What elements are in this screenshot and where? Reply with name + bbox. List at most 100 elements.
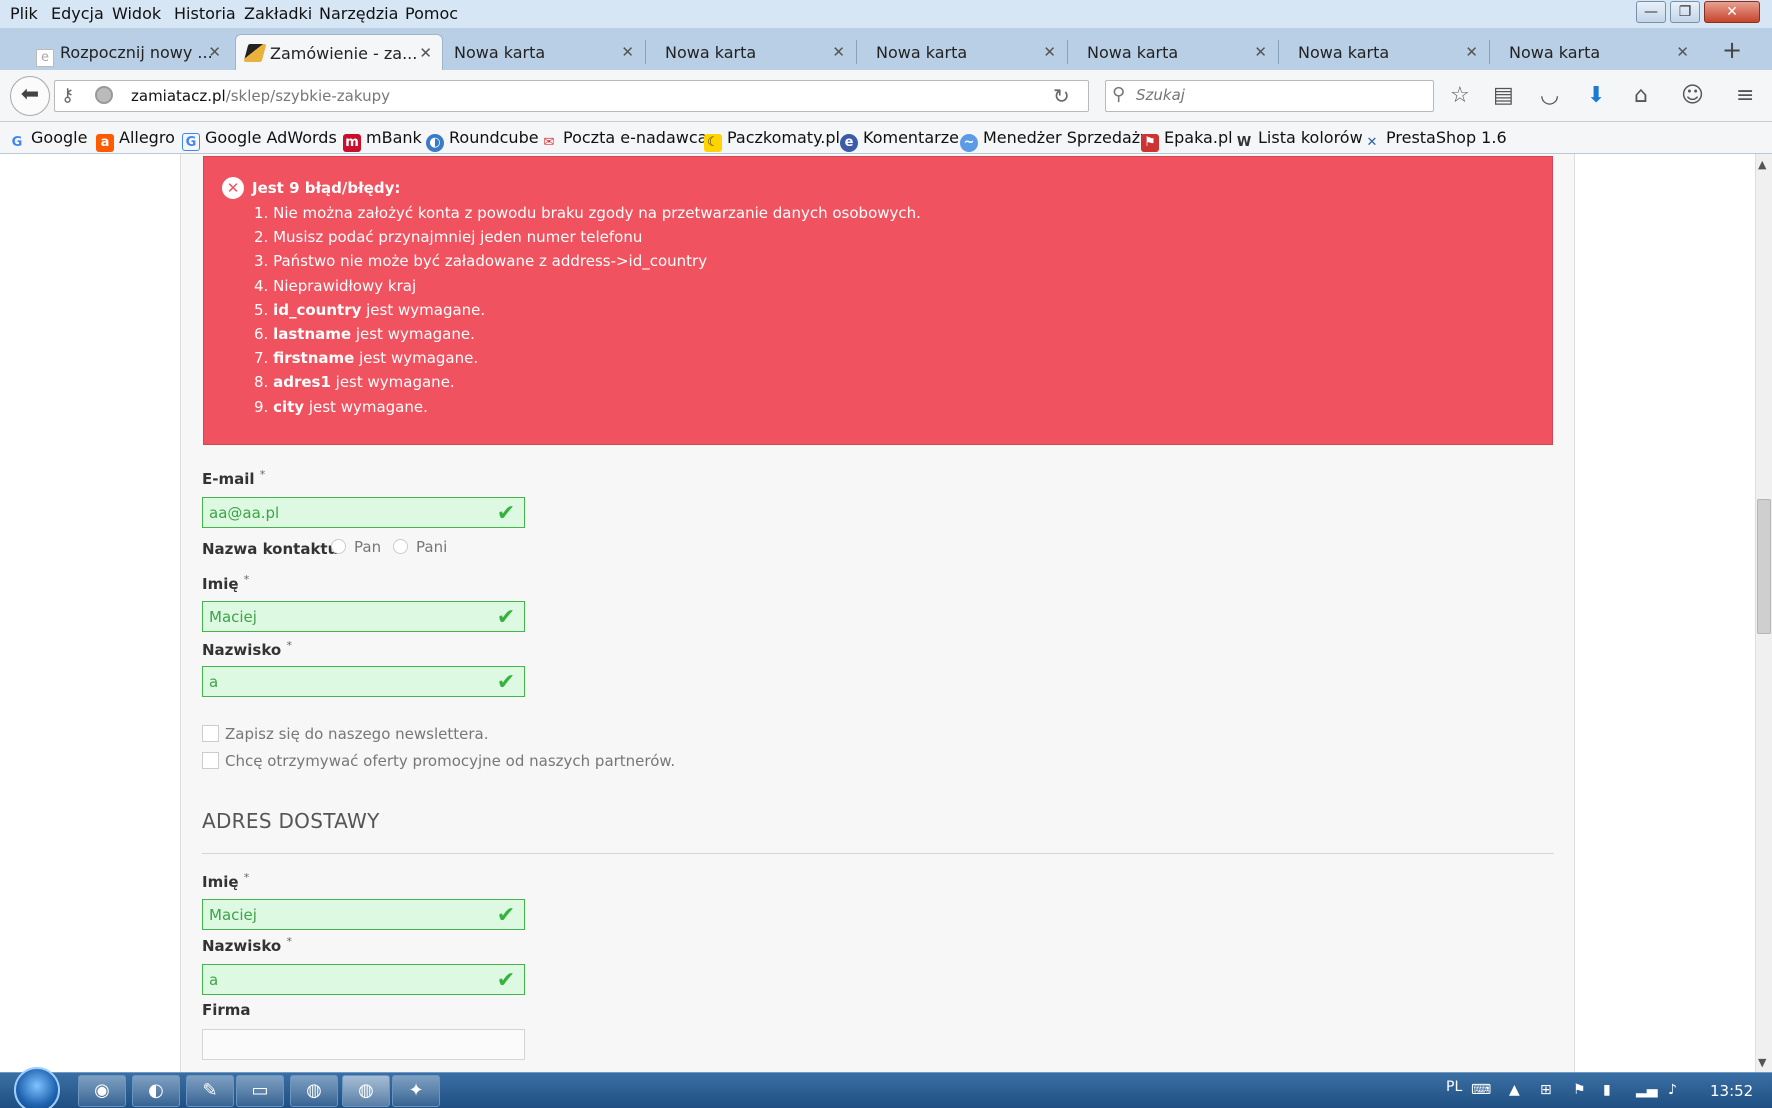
pocket-icon[interactable]: ◡ bbox=[1540, 84, 1559, 108]
volume-icon[interactable]: ♪ bbox=[1668, 1082, 1677, 1098]
flag-icon[interactable]: ⚑ bbox=[1573, 1082, 1586, 1098]
tab-nowa-karta[interactable]: Nowa karta ✕ bbox=[444, 34, 644, 70]
close-tab-icon[interactable]: ✕ bbox=[1676, 43, 1689, 61]
menu-pomoc[interactable]: Pomoc bbox=[405, 4, 458, 23]
radio-pani[interactable] bbox=[393, 539, 408, 554]
close-window-button[interactable]: ✕ bbox=[1704, 1, 1760, 23]
radio-pan[interactable] bbox=[331, 539, 346, 554]
taskbar-app-icon[interactable]: ✎ bbox=[186, 1075, 234, 1107]
bookmark-allegro[interactable]: a Allegro bbox=[96, 128, 175, 152]
bookmark-epaka[interactable]: ⚑ Epaka.pl bbox=[1141, 128, 1233, 152]
broom-icon bbox=[243, 44, 267, 62]
close-tab-icon[interactable]: ✕ bbox=[1465, 43, 1478, 61]
email-field[interactable] bbox=[202, 497, 525, 528]
scroll-down-icon[interactable]: ▼ bbox=[1758, 1056, 1766, 1069]
taskbar-app-icon[interactable]: ◉ bbox=[78, 1075, 126, 1107]
windows-icon[interactable]: ⊞ bbox=[1540, 1082, 1552, 1098]
hamburger-menu-icon[interactable]: ≡ bbox=[1736, 84, 1754, 108]
url-text[interactable]: zamiatacz.pl/sklep/szybkie-zakupy bbox=[131, 87, 390, 105]
close-tab-icon[interactable]: ✕ bbox=[1043, 43, 1056, 61]
newsletter-label: Zapisz się do naszego newslettera. bbox=[225, 725, 489, 743]
scrollbar[interactable]: ▲ ▼ bbox=[1755, 154, 1772, 1072]
error-item: 7. firstname jest wymagane. bbox=[254, 349, 479, 368]
mbank-icon: m bbox=[343, 134, 361, 152]
bookmark-roundcube[interactable]: ◐ Roundcube bbox=[426, 128, 539, 152]
error-list: 1. Nie można założyć konta z powodu brak… bbox=[254, 201, 921, 419]
tab-zamowienie[interactable]: Zamówienie - za... ✕ bbox=[235, 34, 443, 70]
keyboard-icon[interactable]: ⌨ bbox=[1471, 1082, 1491, 1098]
folder-icon[interactable]: ▭ bbox=[236, 1075, 284, 1107]
search-bar[interactable]: ⚲ bbox=[1105, 80, 1434, 112]
bookmark-mbank[interactable]: m mBank bbox=[343, 128, 422, 152]
taskbar-app-icon[interactable]: ✦ bbox=[392, 1075, 440, 1107]
radio-pani-label: Pani bbox=[416, 538, 448, 556]
bookmark-google-adwords[interactable]: G Google AdWords bbox=[182, 128, 337, 151]
menu-plik[interactable]: Plik bbox=[10, 4, 38, 23]
tab-nowa-karta[interactable]: Nowa karta ✕ bbox=[1499, 34, 1699, 70]
tab-nowa-karta[interactable]: Nowa karta ✕ bbox=[1077, 34, 1277, 70]
tab-nowa-karta[interactable]: Nowa karta ✕ bbox=[655, 34, 855, 70]
tray-expand-icon[interactable]: ▲ bbox=[1509, 1082, 1520, 1098]
close-tab-icon[interactable]: ✕ bbox=[1254, 43, 1267, 61]
home-icon[interactable]: ⌂ bbox=[1634, 84, 1648, 108]
newsletter-checkbox[interactable] bbox=[202, 725, 219, 742]
company-field[interactable] bbox=[202, 1029, 525, 1060]
firefox-active-icon[interactable]: ◍ bbox=[342, 1075, 390, 1107]
bookmark-google[interactable]: G Google bbox=[8, 128, 88, 152]
globe-icon[interactable] bbox=[95, 86, 113, 104]
taskbar-app-icon[interactable]: ◐ bbox=[132, 1075, 180, 1107]
bookmark-paczkomaty[interactable]: ☾ Paczkomaty.pl bbox=[704, 128, 840, 152]
bookmark-komentarze[interactable]: e Komentarze bbox=[840, 128, 959, 152]
page-viewport: ✕ Jest 9 błąd/błędy: 1. Nie można założy… bbox=[0, 154, 1755, 1072]
language-indicator[interactable]: PL bbox=[1446, 1079, 1462, 1095]
prestashop-icon: ✕ bbox=[1366, 135, 1378, 150]
scroll-up-icon[interactable]: ▲ bbox=[1758, 158, 1766, 171]
new-tab-button[interactable]: + bbox=[1722, 36, 1742, 64]
komentarze-icon: e bbox=[840, 134, 858, 152]
check-icon: ✔ bbox=[496, 605, 516, 630]
battery-icon[interactable]: ▮ bbox=[1603, 1082, 1611, 1098]
delivery-lastname-field[interactable] bbox=[202, 964, 525, 995]
error-item: 1. Nie można założyć konta z powodu brak… bbox=[254, 204, 921, 222]
menu-zakladki[interactable]: Zakładki bbox=[244, 4, 312, 23]
network-icon[interactable]: ▂▄ bbox=[1636, 1082, 1658, 1098]
bookmark-poczta[interactable]: ✉ Poczta e-nadawca bbox=[540, 128, 708, 152]
search-input[interactable] bbox=[1136, 86, 1416, 104]
close-tab-icon[interactable]: ✕ bbox=[419, 44, 432, 62]
bookmark-menedzer[interactable]: ~ Menedżer Sprzedaży bbox=[960, 128, 1150, 152]
tab-nowa-karta[interactable]: Nowa karta ✕ bbox=[866, 34, 1066, 70]
tab-nowa-karta[interactable]: Nowa karta ✕ bbox=[1288, 34, 1488, 70]
lastname-field[interactable] bbox=[202, 666, 525, 697]
reload-icon[interactable]: ↻ bbox=[1053, 84, 1070, 108]
close-tab-icon[interactable]: ✕ bbox=[621, 43, 634, 61]
star-icon[interactable]: ☆ bbox=[1450, 84, 1470, 108]
menu-narzedzia[interactable]: Narzędzia bbox=[319, 4, 398, 23]
roundcube-icon: ◐ bbox=[426, 134, 444, 152]
key-icon[interactable]: ⚷ bbox=[61, 85, 74, 106]
minimize-button[interactable]: — bbox=[1636, 1, 1666, 23]
menu-edycja[interactable]: Edycja bbox=[51, 4, 104, 23]
download-icon[interactable]: ⬇ bbox=[1587, 84, 1605, 108]
scroll-thumb[interactable] bbox=[1757, 499, 1771, 634]
close-tab-icon[interactable]: ✕ bbox=[832, 43, 845, 61]
back-button[interactable]: ⬅ bbox=[10, 76, 50, 116]
url-bar[interactable]: ⚷ zamiatacz.pl/sklep/szybkie-zakupy ↻ bbox=[54, 80, 1089, 112]
reading-list-icon[interactable]: ▤ bbox=[1493, 84, 1514, 108]
error-item: 6. lastname jest wymagane. bbox=[254, 324, 475, 343]
firefox-icon[interactable]: ◍ bbox=[290, 1075, 338, 1107]
menu-historia[interactable]: Historia bbox=[174, 4, 236, 23]
tab-rozpocznij[interactable]: e Rozpocznij nowy ... ✕ bbox=[26, 34, 231, 70]
bookmark-lista-kolorow[interactable]: W Lista kolorów bbox=[1235, 128, 1363, 152]
bookmark-prestashop[interactable]: ✕ PrestaShop 1.6 bbox=[1363, 128, 1507, 152]
error-item: 8. adres1 jest wymagane. bbox=[254, 373, 455, 392]
chat-icon[interactable]: ☺ bbox=[1681, 84, 1704, 108]
email-label: E-mail * bbox=[202, 468, 266, 488]
windows-start-button[interactable] bbox=[14, 1067, 60, 1108]
close-tab-icon[interactable]: ✕ bbox=[208, 43, 221, 61]
offers-checkbox[interactable] bbox=[202, 752, 219, 769]
maximize-button[interactable]: ❐ bbox=[1670, 1, 1700, 23]
menu-widok[interactable]: Widok bbox=[112, 4, 161, 23]
delivery-firstname-field[interactable] bbox=[202, 899, 525, 930]
firstname-field[interactable] bbox=[202, 601, 525, 632]
error-item: 3. Państwo nie może być załadowane z add… bbox=[254, 252, 708, 271]
